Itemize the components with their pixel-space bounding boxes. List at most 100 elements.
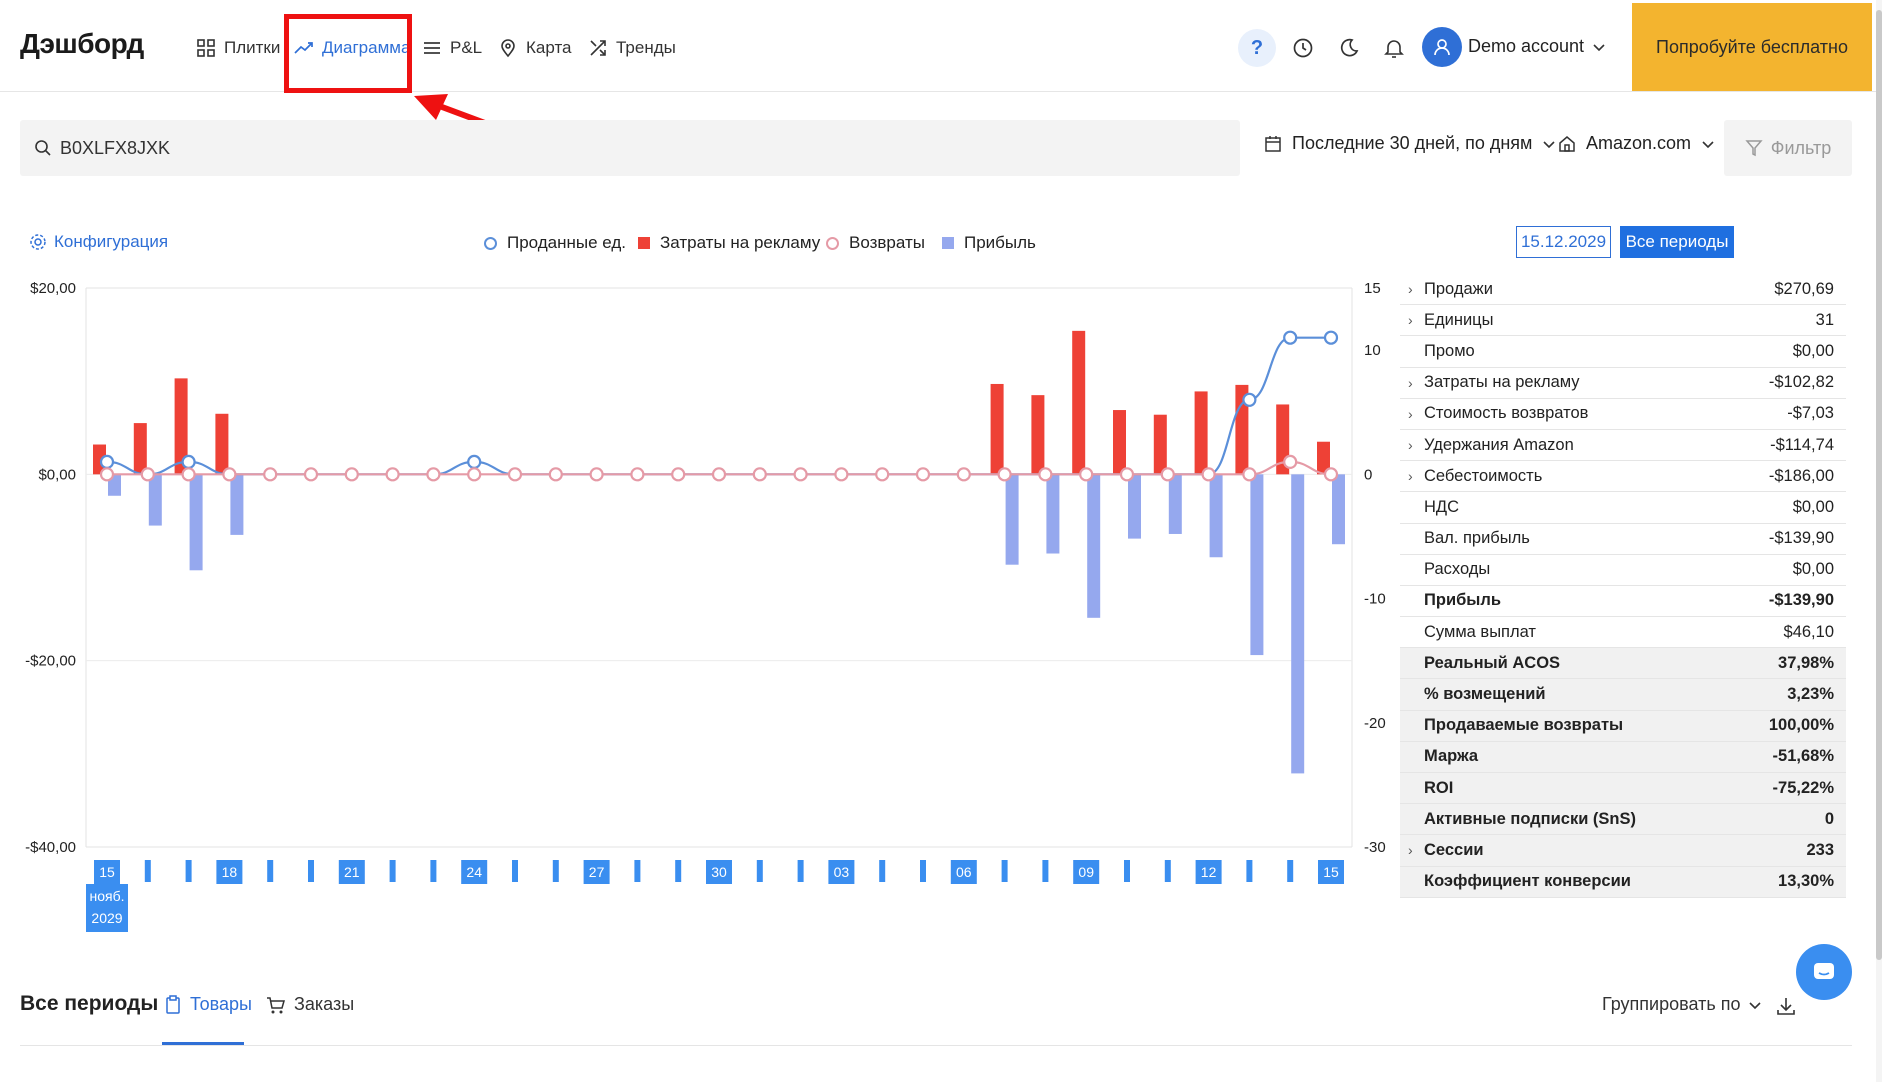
tab-orders-label: Заказы [294,994,355,1014]
refunds-point [1119,467,1135,482]
bar-profit [1046,474,1060,554]
notifications-button[interactable] [1375,29,1413,67]
shuffle-icon [590,40,606,56]
chevron-down-icon [1593,43,1605,51]
tab-orders[interactable]: Заказы [266,994,354,1015]
legend-ad-spend-label: Затраты на рекламу [660,233,821,252]
metric-row[interactable]: › Единицы 31 [1400,305,1846,337]
y-tick-label: $20,00 [30,280,76,297]
history-button[interactable] [1284,29,1322,67]
nav-tiles[interactable]: Плитки [196,36,280,60]
map-pin-icon [501,39,515,58]
metric-label: ROI [1424,778,1454,797]
account-menu[interactable]: Demo account [1468,36,1606,57]
search-bar[interactable] [20,120,1240,176]
legend-refunds[interactable]: Возвраты [826,233,925,253]
x-tick-label: 03 [834,864,850,880]
nav-pl[interactable]: P&L [422,36,482,60]
x-tick-mark [1164,860,1171,882]
refunds-point [1038,467,1053,482]
download-button[interactable] [1776,996,1796,1021]
period-dropdown[interactable]: Последние 30 дней, по дням [1264,133,1556,154]
group-by-dropdown[interactable]: Группировать по [1602,994,1762,1015]
y-tick-label: -$20,00 [25,653,76,670]
x-tick-mark [675,860,682,882]
marketplace-label: Amazon.com [1586,133,1692,153]
bar-ad-spend [1194,391,1208,475]
legend-units[interactable]: Проданные ед. [484,233,626,253]
legend-refunds-label: Возвраты [849,233,925,252]
help-button[interactable]: ? [1238,29,1276,67]
config-link[interactable]: Конфигурация [28,232,168,252]
chevron-right-icon[interactable]: › [1408,312,1418,328]
moon-icon [1340,38,1359,57]
marketplace-dropdown[interactable]: Amazon.com [1558,133,1715,154]
metric-value: 100,00% [1768,716,1834,735]
metric-row[interactable]: › Удержания Amazon -$114,74 [1400,430,1846,462]
metric-value: 0 [1824,809,1834,828]
refunds-point [589,467,604,482]
legend-ad-spend[interactable]: Затраты на рекламу [638,233,820,253]
x-tick-mark [552,860,559,882]
metric-value: -$139,90 [1768,529,1834,548]
clipboard-icon [166,994,180,1014]
metric-label: % возмещений [1424,685,1546,704]
y2-tick-label: -10 [1364,591,1386,608]
tab-products-label: Товары [190,994,252,1014]
chevron-right-icon[interactable]: › [1408,468,1418,484]
metric-row: Активные подписки (SnS) 0 [1400,804,1846,836]
date-chip[interactable]: 15.12.2029 [1516,226,1611,258]
metric-value: $0,00 [1792,560,1834,579]
refunds-point [956,467,971,482]
metric-value: 233 [1806,840,1834,859]
metric-row[interactable]: › Затраты на рекламу -$102,82 [1400,368,1846,399]
legend-units-label: Проданные ед. [507,233,627,252]
metric-label: Продаваемые возвраты [1424,716,1624,735]
legend-units-marker [484,236,497,250]
nav-map[interactable]: Карта [498,36,572,60]
try-free-button[interactable]: Попробуйте бесплатно [1632,3,1872,91]
refunds-point [263,467,278,482]
filter-button[interactable]: Фильтр [1724,120,1852,176]
metric-row[interactable]: › Сессии 233 [1400,835,1846,867]
user-icon [1434,39,1450,56]
chat-button[interactable] [1796,944,1852,1000]
tab-products[interactable]: Товары [164,994,252,1015]
theme-button[interactable] [1330,29,1368,67]
metric-row: Маржа -51,68% [1400,741,1846,773]
metric-label: Прибыль [1424,591,1501,610]
chevron-down-icon [1543,140,1556,148]
chevron-right-icon[interactable]: › [1408,375,1418,391]
metric-value: 13,30% [1778,872,1834,891]
metric-row: НДС $0,00 [1400,492,1846,524]
bottom-divider [20,1045,1852,1046]
metric-label: Расходы [1424,560,1491,579]
x-sublabel: 2029 [91,910,122,926]
metric-row[interactable]: › Стоимость возвратов -$7,03 [1400,399,1846,430]
search-input[interactable] [60,137,960,159]
all-periods-button[interactable]: Все периоды [1620,226,1734,258]
chevron-down-icon [1702,140,1714,148]
legend-profit[interactable]: Прибыль [942,233,1036,253]
refunds-point [426,467,441,482]
refunds-point [507,467,523,482]
chevron-right-icon[interactable]: › [1408,281,1418,297]
config-label: Конфигурация [54,232,169,251]
chevron-right-icon[interactable]: › [1408,437,1418,453]
bar-ad-spend [133,423,147,475]
avatar[interactable] [1422,27,1462,67]
refunds-point [1201,467,1216,482]
metric-label: Маржа [1424,747,1479,766]
y2-tick-label: 10 [1364,342,1381,359]
scrollbar-thumb[interactable] [1876,10,1882,960]
nav-trends[interactable]: Тренды [588,36,676,60]
chevron-right-icon[interactable]: › [1408,406,1418,422]
refunds-point [467,467,482,482]
metric-value: -$7,03 [1787,404,1834,423]
refunds-point [1079,467,1094,482]
chevron-right-icon[interactable]: › [1408,842,1418,858]
metric-row[interactable]: › Продажи $270,69 [1400,274,1846,306]
account-name: Demo account [1468,36,1585,56]
metric-row: Реальный ACOS 37,98% [1400,648,1846,680]
metric-row[interactable]: › Себестоимость -$186,00 [1400,461,1846,493]
